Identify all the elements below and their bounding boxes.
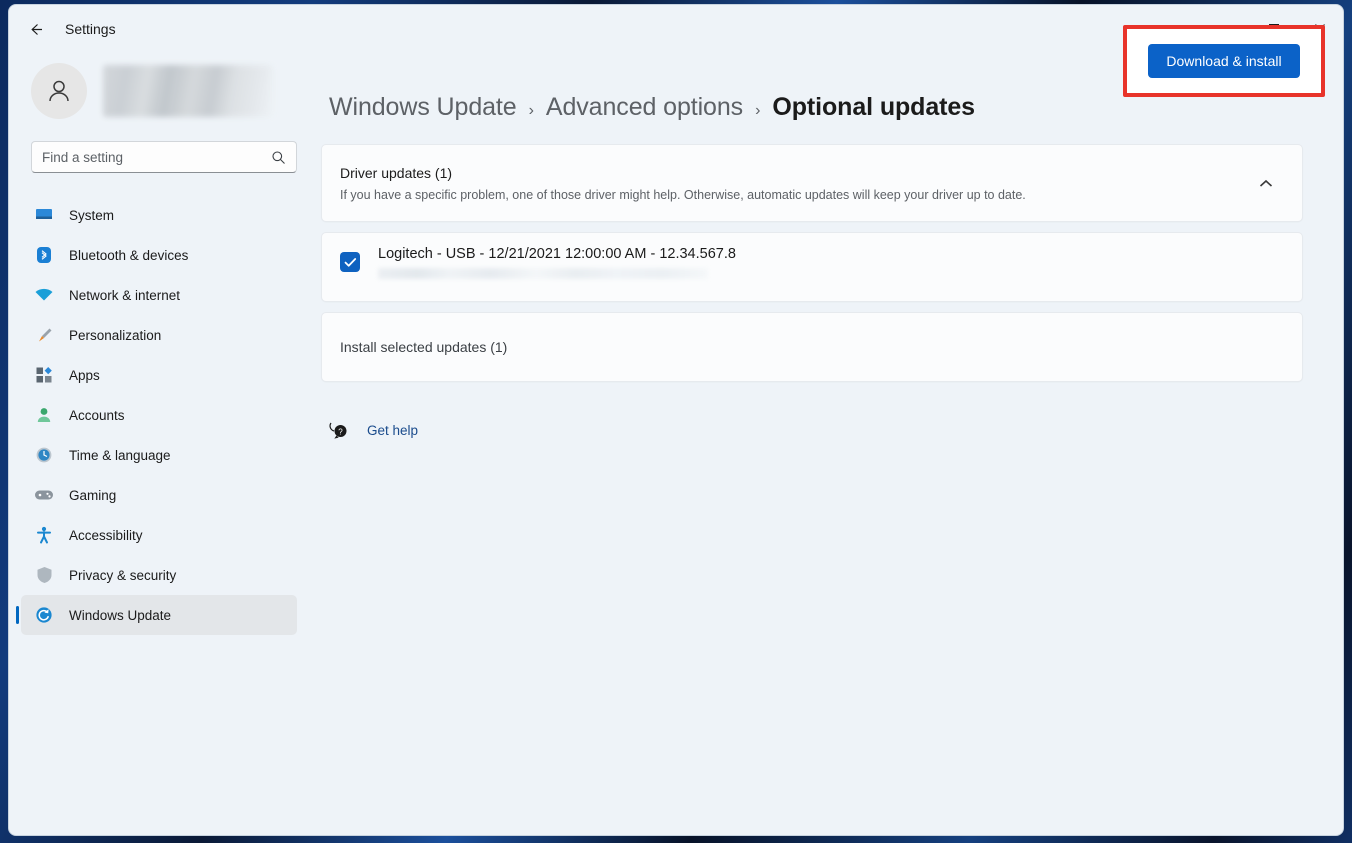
chevron-up-icon — [1259, 179, 1273, 187]
person-avatar-icon — [49, 80, 69, 102]
checkmark-icon — [344, 257, 356, 267]
wifi-icon — [31, 284, 57, 306]
bluetooth-icon — [31, 244, 57, 266]
driver-updates-description: If you have a specific problem, one of t… — [340, 187, 1026, 202]
breadcrumb: Windows Update › Advanced options › Opti… — [329, 93, 1303, 122]
sidebar-item-label: Windows Update — [69, 607, 172, 623]
sidebar-item-accounts[interactable]: Accounts — [21, 395, 297, 435]
sidebar-item-privacy-security[interactable]: Privacy & security — [21, 555, 297, 595]
gamepad-icon — [31, 484, 57, 506]
sidebar-item-label: System — [69, 207, 115, 223]
sidebar: System Bluetooth & devices — [9, 53, 309, 835]
driver-update-title: Logitech - USB - 12/21/2021 12:00:00 AM … — [378, 245, 736, 262]
apps-grid-icon — [31, 364, 57, 386]
back-button[interactable] — [19, 12, 53, 46]
sidebar-item-label: Accessibility — [69, 527, 143, 543]
breadcrumb-item-windows-update[interactable]: Windows Update — [329, 93, 517, 122]
avatar — [31, 63, 87, 119]
sidebar-item-bluetooth-devices[interactable]: Bluetooth & devices — [21, 235, 297, 275]
driver-updates-title: Driver updates (1) — [340, 164, 453, 181]
sidebar-item-time-language[interactable]: Time & language — [21, 435, 297, 475]
sidebar-item-apps[interactable]: Apps — [21, 355, 297, 395]
download-and-install-button[interactable]: Download & install — [1148, 44, 1300, 78]
sidebar-nav: System Bluetooth & devices Network & int… — [16, 195, 309, 635]
windows-update-icon — [31, 604, 57, 626]
sidebar-item-label: Bluetooth & devices — [69, 247, 189, 263]
search-input[interactable] — [42, 149, 271, 165]
arrow-left-icon — [30, 23, 42, 35]
accessibility-person-icon — [31, 524, 57, 546]
driver-updates-card[interactable]: Driver updates (1) If you have a specifi… — [321, 144, 1303, 222]
window-title: Settings — [65, 21, 116, 37]
sidebar-item-system[interactable]: System — [21, 195, 297, 235]
sidebar-item-gaming[interactable]: Gaming — [21, 475, 297, 515]
sidebar-item-accessibility[interactable]: Accessibility — [21, 515, 297, 555]
sidebar-item-label: Personalization — [69, 327, 162, 343]
sidebar-item-label: Gaming — [69, 487, 117, 503]
install-selected-updates-row: Install selected updates (1) Download & … — [321, 25, 1325, 382]
breadcrumb-separator: › — [528, 102, 534, 119]
monitor-icon — [31, 204, 57, 226]
clock-globe-icon — [31, 444, 57, 466]
sidebar-item-label: Apps — [69, 367, 100, 383]
shield-icon — [31, 564, 57, 586]
sidebar-item-label: Time & language — [69, 447, 171, 463]
breadcrumb-separator: › — [755, 102, 761, 119]
sidebar-item-label: Network & internet — [69, 287, 181, 303]
main-pane: Windows Update › Advanced options › Opti… — [309, 25, 1343, 835]
search-box[interactable] — [31, 141, 297, 173]
user-profile[interactable] — [21, 59, 309, 123]
sidebar-item-network-internet[interactable]: Network & internet — [21, 275, 297, 315]
account-person-icon — [31, 404, 57, 426]
get-help-link-row[interactable]: ? Get help — [327, 418, 1303, 442]
get-help-label[interactable]: Get help — [367, 423, 418, 438]
driver-update-text: Logitech - USB - 12/21/2021 12:00:00 AM … — [378, 246, 736, 279]
driver-update-checkbox[interactable] — [340, 252, 360, 272]
sidebar-item-label: Privacy & security — [69, 567, 177, 583]
search-container — [31, 141, 297, 173]
paintbrush-icon — [31, 324, 57, 346]
driver-updates-text: Driver updates (1) If you have a specifi… — [340, 165, 1026, 202]
search-icon — [272, 150, 285, 164]
driver-update-row[interactable]: Logitech - USB - 12/21/2021 12:00:00 AM … — [321, 232, 1303, 302]
sidebar-item-label: Accounts — [69, 407, 125, 423]
driver-update-subtitle-redacted — [378, 267, 708, 279]
breadcrumb-item-advanced-options[interactable]: Advanced options — [546, 93, 743, 122]
help-bubble-icon: ? — [327, 418, 351, 442]
breadcrumb-item-optional-updates: Optional updates — [772, 93, 975, 121]
collapse-toggle-button[interactable] — [1250, 167, 1282, 199]
sidebar-item-personalization[interactable]: Personalization — [21, 315, 297, 355]
sidebar-item-windows-update[interactable]: Windows Update — [16, 595, 297, 635]
install-selected-updates-label: Install selected updates (1) — [340, 339, 508, 355]
svg-text:?: ? — [338, 427, 343, 436]
highlight-annotation-box: Download & install — [1123, 25, 1325, 97]
settings-window: Settings Find a setting System Bluetooth… — [8, 4, 1344, 836]
username-redacted — [103, 65, 273, 117]
window-content: System Bluetooth & devices — [9, 25, 1343, 835]
